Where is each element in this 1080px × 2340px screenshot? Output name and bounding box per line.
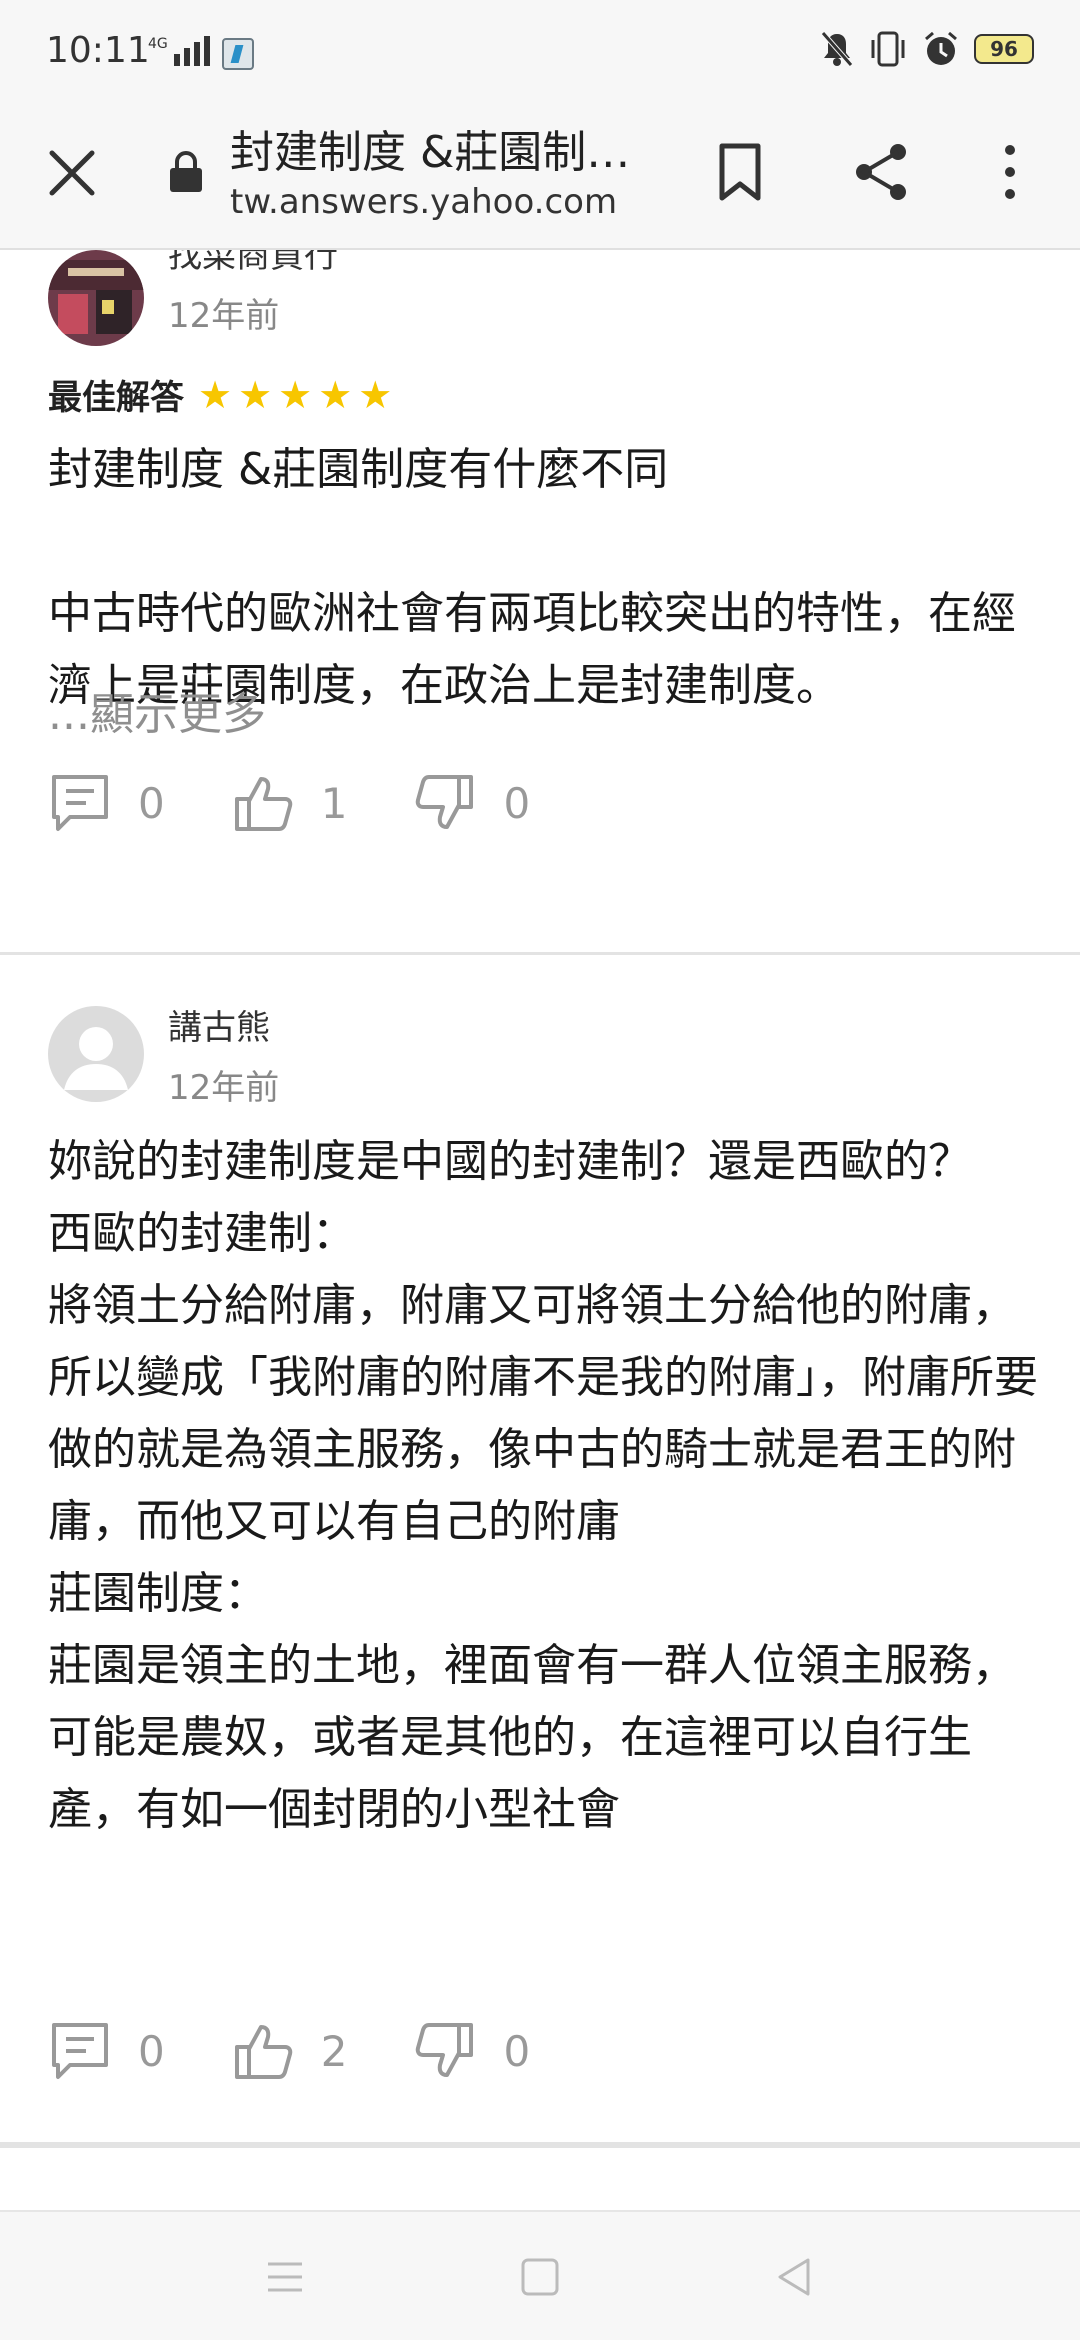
dislike-button[interactable]: 0 (413, 771, 530, 835)
url-text[interactable]: tw.answers.yahoo.com (230, 182, 617, 222)
page-title[interactable]: 封建制度 &莊園制… (230, 116, 670, 180)
like-button[interactable]: 2 (231, 2019, 348, 2083)
alarm-icon (925, 31, 957, 65)
answer-actions: 0 1 0 (48, 768, 596, 838)
like-button[interactable]: 1 (231, 771, 348, 835)
show-more-link[interactable]: ...顯示更多 (48, 678, 266, 742)
more-menu-icon[interactable] (996, 140, 1024, 204)
system-navigation-bar (0, 2210, 1080, 2340)
comment-icon (52, 2023, 108, 2079)
best-answer-text: 最佳解答 (48, 378, 184, 418)
network-type: 4G (148, 36, 168, 52)
home-nav-icon[interactable] (515, 2252, 565, 2302)
avatar[interactable] (48, 250, 144, 346)
app-notification-icon (222, 38, 254, 70)
like-count: 1 (320, 778, 348, 828)
dislike-count: 0 (503, 778, 531, 828)
rating-stars: ★★★★★ (198, 372, 399, 417)
comment-count: 0 (138, 778, 165, 828)
answers-list: 找菜商買行 12年前 最佳解答 ★★★★★ 封建制度 &莊園制度有什麼不同 中古… (0, 250, 1080, 2210)
thumbs-down-icon (416, 2023, 474, 2077)
like-count: 2 (320, 2026, 348, 2076)
author-name[interactable]: 講古熊 (168, 1000, 270, 1049)
signal-icon: 4G (148, 36, 210, 66)
comment-button[interactable]: 0 (48, 2019, 165, 2083)
post-time: 12年前 (168, 296, 280, 336)
divider (0, 952, 1080, 955)
thumbs-up-icon (234, 2025, 292, 2079)
vibrate-icon (871, 31, 905, 67)
answer-text: 妳說的封建制度是中國的封建制？還是西歐的？ 西歐的封建制： 將領土分給附庸，附庸… (48, 1136, 1038, 1835)
best-answer-label: 最佳解答 ★★★★★ (48, 370, 398, 419)
share-icon[interactable] (852, 140, 912, 204)
status-bar: 10:11 4G 96 (0, 0, 1080, 100)
dislike-button[interactable]: 0 (413, 2019, 530, 2083)
battery-indicator: 96 (974, 34, 1034, 64)
comment-count: 0 (138, 2026, 165, 2076)
status-time: 10:11 (46, 30, 150, 71)
close-icon[interactable] (44, 145, 100, 201)
comment-icon (52, 775, 108, 831)
lock-icon[interactable] (168, 150, 204, 194)
answer-actions: 0 2 0 (48, 2016, 596, 2086)
divider (0, 2142, 1080, 2148)
thumbs-down-icon (416, 775, 474, 829)
back-nav-icon[interactable] (770, 2252, 820, 2302)
author-name[interactable]: 找菜商買行 (168, 250, 338, 277)
post-time: 12年前 (168, 1068, 280, 1108)
browser-toolbar: 封建制度 &莊園制… tw.answers.yahoo.com (0, 100, 1080, 250)
comment-button[interactable]: 0 (48, 771, 165, 835)
mute-icon (821, 31, 853, 67)
thumbs-up-icon (234, 777, 292, 831)
dislike-count: 0 (503, 2026, 531, 2076)
menu-nav-icon[interactable] (260, 2252, 310, 2302)
avatar[interactable] (48, 1006, 144, 1102)
bookmark-icon[interactable] (712, 140, 768, 204)
